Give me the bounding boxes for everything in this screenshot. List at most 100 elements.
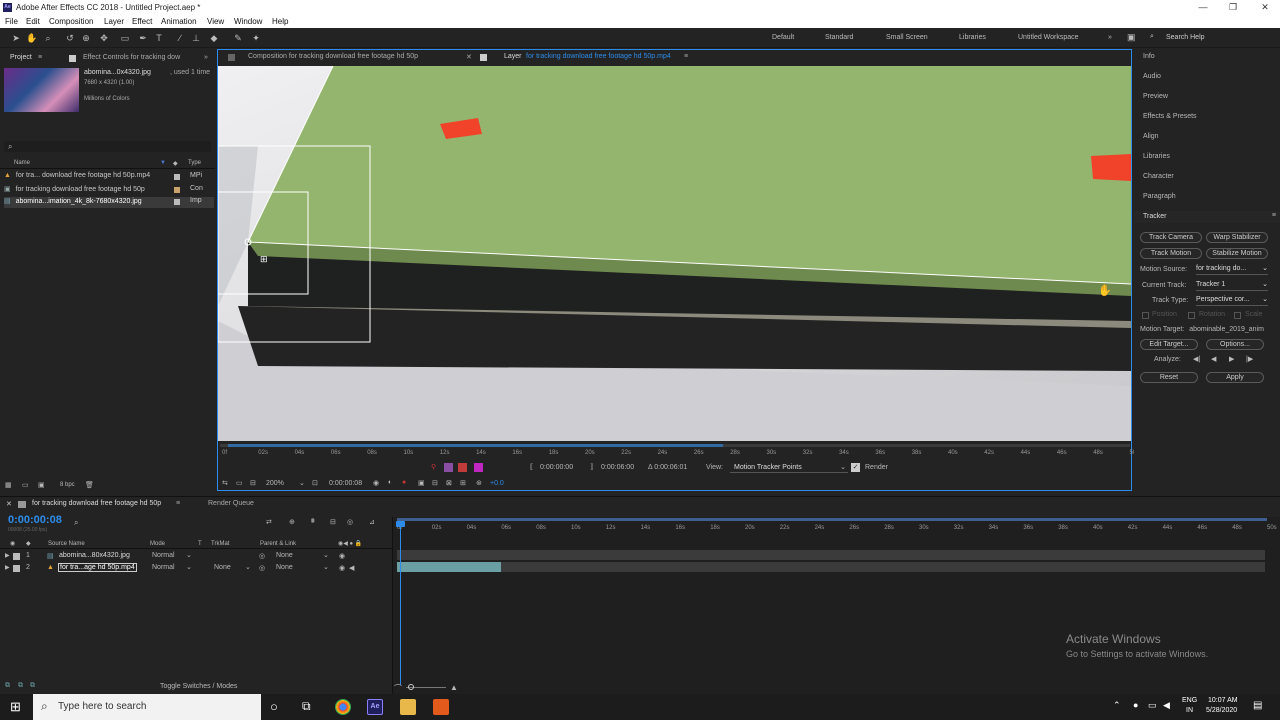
timeline-timecode[interactable]: 0:00:00:08	[8, 514, 62, 526]
work-area-bar[interactable]	[397, 518, 1267, 521]
roto-brush-tool-icon[interactable]: ✎	[232, 32, 244, 44]
tab-layer[interactable]: for tracking download free footage hd 50…	[526, 53, 671, 60]
frame-blending-icon[interactable]: ⊟	[330, 518, 336, 526]
track-camera-button[interactable]: Track Camera	[1140, 232, 1202, 243]
overlay-icon[interactable]: ⊟	[432, 479, 438, 487]
new-comp-icon[interactable]: ▣	[38, 481, 45, 489]
menu-view[interactable]: View	[207, 17, 224, 26]
tab-overflow-icon[interactable]: »	[204, 54, 208, 61]
channel-icon[interactable]	[444, 463, 453, 472]
clone-stamp-tool-icon[interactable]: ⊥	[190, 32, 202, 44]
guides-icon[interactable]: ⊟	[250, 479, 256, 487]
always-preview-icon[interactable]: ⇆	[222, 479, 228, 487]
trash-icon[interactable]: 🗑	[85, 481, 94, 489]
motion-source-dropdown[interactable]: for tracking do... ⌄	[1196, 265, 1268, 275]
layer-parent[interactable]: None	[276, 564, 293, 571]
layer-row[interactable]: ▶ 2 ▲ for tra...age hd 50p.mp4 Normal ⌄ …	[0, 563, 392, 574]
menu-effect[interactable]: Effect	[132, 17, 152, 26]
tab-menu-icon[interactable]: ≡	[684, 53, 688, 60]
render-checkbox[interactable]: ✓	[851, 463, 860, 472]
workspace-overflow-icon[interactable]: »	[1108, 34, 1112, 41]
zoom-in-icon[interactable]: ▲	[450, 683, 458, 692]
audio-icon[interactable]: ◀	[349, 564, 354, 572]
tab-composition[interactable]: Composition for tracking download free f…	[248, 53, 418, 60]
scale-checkbox[interactable]	[1234, 312, 1241, 319]
workspace-panel-icon[interactable]: ▣	[1127, 32, 1136, 43]
project-item[interactable]: ▣ for tracking download free footage hd …	[4, 185, 214, 196]
tracker-menu-icon[interactable]: ≡	[1272, 212, 1276, 219]
shy-layers-icon[interactable]: ⩩	[311, 518, 315, 526]
visibility-icon[interactable]: ◉	[339, 552, 345, 560]
region-of-interest-icon[interactable]: ⊡	[312, 479, 318, 487]
draft-3d-icon[interactable]: ⊕	[289, 518, 295, 526]
notifications-icon[interactable]: ▤	[1253, 700, 1262, 711]
tray-chevron-icon[interactable]: ⌃	[1113, 700, 1121, 711]
col-mode[interactable]: Mode	[150, 541, 165, 547]
type-tool-icon[interactable]: T	[153, 32, 165, 44]
out-bracket-icon[interactable]: ⟧	[590, 463, 593, 471]
after-effects-icon[interactable]: Ae	[367, 699, 383, 715]
lock-icon[interactable]	[69, 55, 76, 62]
zoom-thumb[interactable]	[408, 684, 414, 690]
search-help[interactable]: ⌕ Search Help	[1150, 33, 1278, 44]
layer-view-icon[interactable]: ⊞	[460, 479, 466, 487]
tab-timeline[interactable]: for tracking download free footage hd 50…	[32, 500, 161, 507]
panel-info[interactable]: Info	[1143, 53, 1155, 60]
col-source-name[interactable]: Source Name	[48, 541, 85, 547]
layer-parent[interactable]: None	[276, 552, 293, 559]
snapshot-icon[interactable]: ◉	[373, 479, 379, 487]
current-track-dropdown[interactable]: Tracker 1 ⌄	[1196, 281, 1268, 291]
tab-close-icon[interactable]: ✕	[6, 500, 12, 508]
channel-icon[interactable]	[474, 463, 483, 472]
project-item[interactable]: ▲ for tra... download free footage hd 50…	[4, 172, 214, 183]
exposure-value[interactable]: +0.0	[490, 480, 504, 487]
panel-paragraph[interactable]: Paragraph	[1143, 193, 1176, 200]
panel-libraries[interactable]: Libraries	[1143, 153, 1170, 160]
layer-row[interactable]: ▶ 1 ▤ abomina...80x4320.jpg Normal ⌄ ◎ N…	[0, 551, 392, 562]
zoom-chevron-icon[interactable]: ⌄	[299, 479, 305, 487]
new-folder-icon[interactable]: ▭	[22, 481, 29, 489]
panel-audio[interactable]: Audio	[1143, 73, 1161, 80]
timeline-menu-icon[interactable]: ≡	[176, 500, 180, 507]
menu-animation[interactable]: Animation	[161, 17, 197, 26]
eraser-tool-icon[interactable]: ◆	[208, 32, 220, 44]
interpret-footage-icon[interactable]: ▦	[5, 481, 12, 489]
timing-icon[interactable]: ⧉	[30, 682, 35, 690]
zoom-out-icon[interactable]: ⌒	[394, 683, 402, 694]
cortana-icon[interactable]: ○	[270, 699, 278, 714]
project-search-input[interactable]: ⌕	[4, 141, 211, 152]
layer-name[interactable]: abomina...80x4320.jpg	[59, 552, 130, 559]
close-icon[interactable]: ✕	[1250, 0, 1280, 15]
minimize-icon[interactable]: —	[1188, 0, 1218, 15]
chrome-icon[interactable]	[335, 699, 351, 715]
fast-preview-icon[interactable]: ⊛	[476, 479, 482, 487]
tray-lang[interactable]: ENG	[1182, 697, 1197, 704]
position-checkbox[interactable]	[1142, 312, 1149, 319]
layer-name-editing[interactable]: for tra...age hd 50p.mp4	[58, 563, 137, 572]
menu-help[interactable]: Help	[272, 17, 288, 26]
camera-tool-icon[interactable]: ⊕	[80, 32, 92, 44]
motion-blur-icon[interactable]: ◎	[347, 518, 353, 526]
rotation-checkbox[interactable]	[1188, 312, 1195, 319]
pickwhip-icon[interactable]: ◎	[259, 564, 265, 572]
comp-mini-flowchart-icon[interactable]: ⇄	[266, 518, 272, 526]
transparency-grid-icon[interactable]: ▣	[418, 479, 425, 487]
layer-bar[interactable]	[397, 562, 1265, 572]
chevron-down-icon[interactable]: ⌄	[186, 551, 192, 559]
in-bracket-icon[interactable]: ⟦	[530, 463, 533, 471]
menu-file[interactable]: File	[5, 17, 18, 26]
panel-effects-presets[interactable]: Effects & Presets	[1143, 113, 1197, 120]
tab-layer-prefix[interactable]: Layer	[504, 53, 522, 60]
layer-switches-icon[interactable]: ⧉	[5, 682, 10, 690]
chevron-down-icon[interactable]: ⌄	[323, 551, 329, 559]
layer-bar[interactable]	[397, 550, 1265, 560]
label-icon[interactable]: ◆	[173, 160, 178, 167]
monitor-icon[interactable]: ▭	[236, 479, 243, 487]
time-in[interactable]: 0:00:00:00	[540, 464, 573, 471]
layer-lock-icon[interactable]	[480, 54, 487, 61]
tab-effect-controls[interactable]: Effect Controls for tracking dow	[83, 54, 180, 61]
analyze-back-frames-icon[interactable]: ◀|	[1193, 355, 1200, 363]
playhead-handle[interactable]	[396, 521, 405, 527]
timeline-search-input[interactable]: ⌕	[74, 518, 184, 529]
panel-character[interactable]: Character	[1143, 173, 1174, 180]
